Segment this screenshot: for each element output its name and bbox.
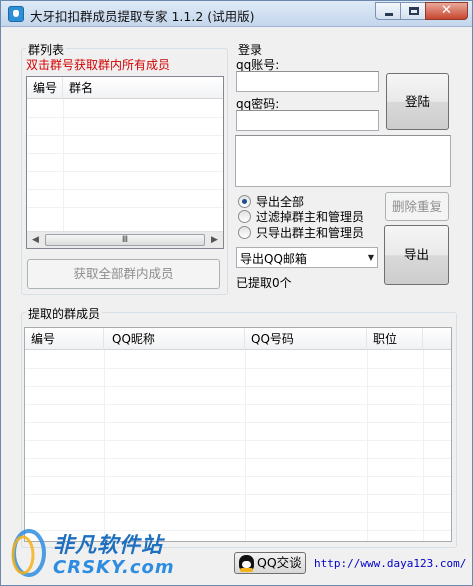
members-label: 提取的群成员	[26, 305, 103, 322]
close-button[interactable]: ✕	[425, 2, 468, 20]
row-divider	[25, 386, 451, 387]
row-divider	[27, 189, 223, 190]
scrollbar-thumb[interactable]: Ⅲ	[45, 234, 205, 246]
scroll-left-icon[interactable]: ◀	[27, 232, 44, 248]
close-icon: ✕	[441, 3, 452, 18]
col-header-group-name[interactable]: 群名	[63, 77, 223, 99]
website-link[interactable]: http://www.daya123.com/	[314, 557, 466, 570]
qq-chat-button[interactable]: QQ交谈	[234, 552, 306, 574]
group-list-header: 编号 群名	[27, 77, 223, 99]
login-button[interactable]: 登陆	[386, 73, 449, 130]
crsky-watermark: 非凡软件站 CRSKY.com	[1, 523, 174, 585]
window-title: 大牙扣扣群成员提取专家 1.1.2 (试用版)	[30, 9, 255, 24]
title-bar[interactable]: 大牙扣扣群成员提取专家 1.1.2 (试用版) ✕	[1, 1, 472, 27]
export-format-select[interactable]: 导出QQ邮箱 ▼	[236, 247, 378, 268]
col-header-position[interactable]: 职位	[367, 328, 423, 350]
watermark-text-en: CRSKY.com	[53, 557, 175, 578]
extracted-count: 已提取0个	[236, 276, 292, 290]
window-controls: ✕	[375, 2, 468, 20]
message-area[interactable]	[235, 135, 451, 187]
col-header-nickname[interactable]: QQ昵称	[104, 328, 245, 350]
app-window: 大牙扣扣群成员提取专家 1.1.2 (试用版) ✕ 群列表 双击群号获取群内所有…	[0, 0, 473, 586]
remove-duplicates-button[interactable]: 删除重复	[385, 192, 449, 221]
account-input[interactable]	[236, 71, 379, 92]
export-format-value: 导出QQ邮箱	[240, 252, 307, 266]
row-divider	[25, 476, 451, 477]
row-divider	[25, 404, 451, 405]
radio-filter-admins-label: 过滤掉群主和管理员	[256, 209, 365, 224]
row-divider	[27, 117, 223, 118]
radio-unchecked-icon	[238, 209, 251, 223]
col-header-qq-number[interactable]: QQ号码	[245, 328, 367, 350]
col-header-id[interactable]: 编号	[27, 77, 63, 99]
row-divider	[25, 440, 451, 441]
row-divider	[27, 207, 223, 208]
row-divider	[25, 368, 451, 369]
radio-filter-admins[interactable]: 过滤掉群主和管理员	[238, 208, 364, 224]
row-divider	[25, 422, 451, 423]
col-header-id[interactable]: 编号	[25, 328, 104, 350]
qq-penguin-icon	[239, 555, 254, 572]
qq-chat-label: QQ交谈	[257, 555, 302, 570]
row-divider	[27, 153, 223, 154]
radio-checked-icon	[238, 194, 251, 208]
scroll-right-icon[interactable]: ▶	[206, 232, 223, 248]
row-divider	[25, 512, 451, 513]
radio-only-admins-label: 只导出群主和管理员	[256, 225, 365, 240]
password-input[interactable]	[236, 110, 379, 131]
export-button[interactable]: 导出	[384, 225, 449, 285]
radio-only-admins[interactable]: 只导出群主和管理员	[238, 224, 364, 240]
column-divider	[63, 99, 64, 248]
group-listview[interactable]: 编号 群名 ◀ Ⅲ ▶	[26, 76, 224, 249]
row-divider	[27, 171, 223, 172]
group-list-hint: 双击群号获取群内所有成员	[26, 58, 171, 72]
minimize-button[interactable]	[375, 2, 401, 20]
horizontal-scrollbar[interactable]: ◀ Ⅲ ▶	[27, 231, 223, 248]
watermark-text-cn: 非凡软件站	[53, 533, 163, 557]
crsky-logo-icon	[11, 529, 46, 577]
minimize-icon	[385, 13, 393, 16]
chevron-down-icon: ▼	[367, 253, 374, 262]
row-divider	[27, 135, 223, 136]
app-icon	[8, 6, 24, 22]
row-divider	[25, 494, 451, 495]
fetch-all-members-button[interactable]: 获取全部群内成员	[27, 259, 220, 289]
row-divider	[25, 458, 451, 459]
members-listview[interactable]: 编号 QQ昵称 QQ号码 职位	[24, 327, 452, 542]
members-list-header: 编号 QQ昵称 QQ号码 职位	[25, 328, 451, 350]
maximize-icon	[409, 7, 419, 15]
maximize-button[interactable]	[400, 2, 426, 20]
radio-unchecked-icon	[238, 225, 251, 239]
